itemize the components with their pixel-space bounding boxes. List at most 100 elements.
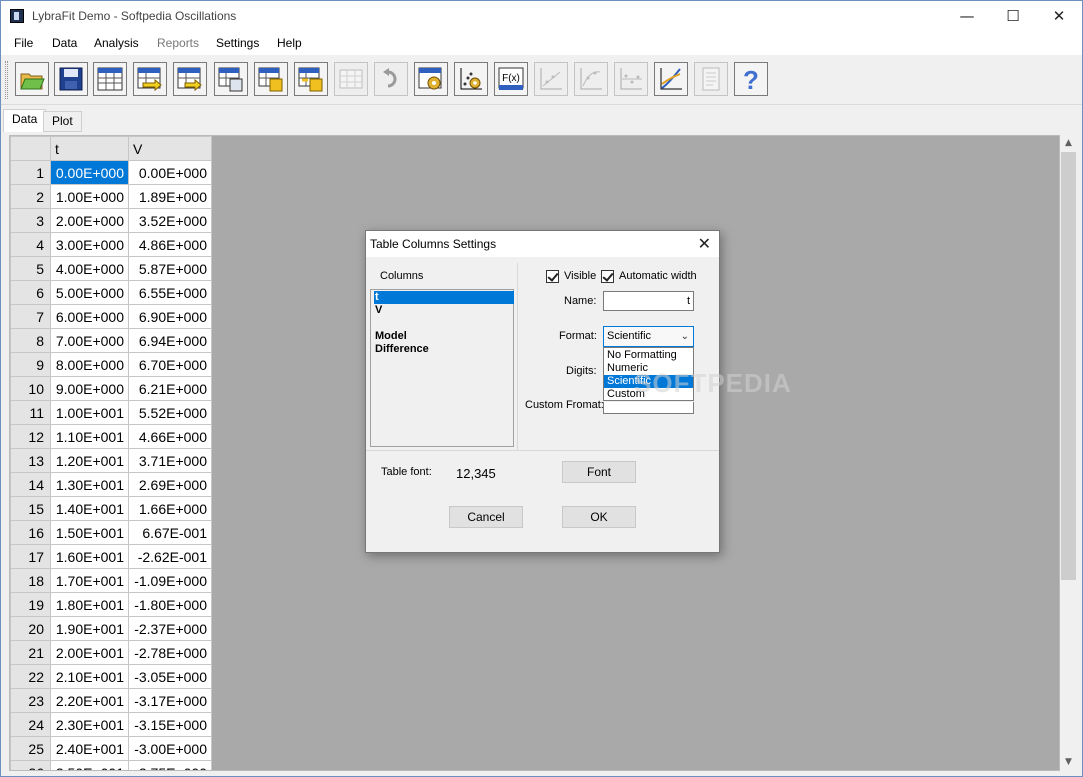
cell-v[interactable]: 4.66E+000 <box>128 424 212 449</box>
cell-v[interactable]: 6.67E-001 <box>128 520 212 545</box>
table-settings-button[interactable] <box>414 62 448 96</box>
row-header[interactable]: 10 <box>10 376 51 401</box>
cell-t[interactable]: 6.00E+000 <box>50 304 129 329</box>
row-header[interactable]: 14 <box>10 472 51 497</box>
cell-t[interactable]: 1.70E+001 <box>50 568 129 593</box>
cell-v[interactable]: -3.15E+000 <box>128 712 212 737</box>
cell-v[interactable]: 4.86E+000 <box>128 232 212 257</box>
cancel-button[interactable]: Cancel <box>449 506 523 528</box>
cell-v[interactable]: 3.52E+000 <box>128 208 212 233</box>
cell-v[interactable]: -2.62E-001 <box>128 544 212 569</box>
cell-t[interactable]: 0.00E+000 <box>50 160 129 185</box>
row-header[interactable]: 21 <box>10 640 51 665</box>
report-button[interactable] <box>694 62 728 96</box>
function-button[interactable]: F(x) <box>494 62 528 96</box>
row-header[interactable]: 18 <box>10 568 51 593</box>
columns-list[interactable]: t V Model Difference <box>370 289 514 447</box>
scroll-down-icon[interactable]: ▼ <box>1060 754 1077 771</box>
cell-v[interactable]: 6.70E+000 <box>128 352 212 377</box>
cell-t[interactable]: 2.40E+001 <box>50 736 129 761</box>
format-select[interactable]: Scientific ⌄ <box>603 326 694 347</box>
cell-t[interactable]: 2.00E+000 <box>50 208 129 233</box>
cell-t[interactable]: 8.00E+000 <box>50 352 129 377</box>
tab-plot[interactable]: Plot <box>43 111 82 132</box>
row-header[interactable]: 7 <box>10 304 51 329</box>
save-button[interactable] <box>54 62 88 96</box>
export-table-button[interactable] <box>173 62 207 96</box>
row-header[interactable]: 1 <box>10 160 51 185</box>
column-header-t[interactable]: t <box>50 136 129 161</box>
cell-t[interactable]: 1.80E+001 <box>50 592 129 617</box>
row-header[interactable]: 22 <box>10 664 51 689</box>
table-button[interactable] <box>93 62 127 96</box>
open-button[interactable] <box>15 62 49 96</box>
row-header[interactable]: 23 <box>10 688 51 713</box>
row-header[interactable]: 20 <box>10 616 51 641</box>
undo-button[interactable] <box>374 62 408 96</box>
close-window-button[interactable]: ✕ <box>1036 1 1082 31</box>
cell-v[interactable]: -2.37E+000 <box>128 616 212 641</box>
automatic-width-checkbox[interactable] <box>601 270 614 283</box>
menu-settings[interactable]: Settings <box>216 36 259 50</box>
menu-analysis[interactable]: Analysis <box>94 36 139 50</box>
cell-t[interactable]: 1.50E+001 <box>50 520 129 545</box>
vertical-scrollbar[interactable]: ▲ ▼ <box>1060 135 1077 771</box>
row-header[interactable]: 8 <box>10 328 51 353</box>
tab-data[interactable]: Data <box>3 109 47 132</box>
fit-line-button[interactable] <box>534 62 568 96</box>
table-to-clipboard-button[interactable] <box>254 62 288 96</box>
cell-t[interactable]: 1.00E+001 <box>50 400 129 425</box>
row-header[interactable]: 19 <box>10 592 51 617</box>
column-item-t[interactable]: t <box>374 291 514 304</box>
fit-plot-button[interactable] <box>654 62 688 96</box>
maximize-button[interactable]: ☐ <box>990 1 1036 31</box>
copy-table-button[interactable] <box>214 62 248 96</box>
column-item-difference[interactable]: Difference <box>374 343 514 356</box>
cell-v[interactable]: 6.94E+000 <box>128 328 212 353</box>
cell-t[interactable]: 1.30E+001 <box>50 472 129 497</box>
cell-v[interactable]: 6.55E+000 <box>128 280 212 305</box>
cell-v[interactable]: -2.78E+000 <box>128 640 212 665</box>
cell-t[interactable]: 2.50E+001 <box>50 760 129 770</box>
cell-t[interactable]: 9.00E+000 <box>50 376 129 401</box>
toolbar-grip[interactable] <box>5 61 8 99</box>
cell-v[interactable]: -1.80E+000 <box>128 592 212 617</box>
menu-help[interactable]: Help <box>277 36 302 50</box>
row-header[interactable]: 24 <box>10 712 51 737</box>
corner-cell[interactable] <box>10 136 51 161</box>
row-header[interactable]: 6 <box>10 280 51 305</box>
cell-v[interactable]: 2.69E+000 <box>128 472 212 497</box>
cell-v[interactable]: 3.71E+000 <box>128 448 212 473</box>
column-item-model[interactable]: Model <box>374 330 514 343</box>
column-item-blank[interactable] <box>374 317 514 330</box>
cell-v[interactable]: 6.21E+000 <box>128 376 212 401</box>
cell-v[interactable]: 1.89E+000 <box>128 184 212 209</box>
help-button[interactable]: ? <box>734 62 768 96</box>
row-header[interactable]: 16 <box>10 520 51 545</box>
plot-settings-button[interactable] <box>454 62 488 96</box>
format-option-no-formatting[interactable]: No Formatting <box>604 349 693 362</box>
name-field[interactable]: t <box>603 291 694 311</box>
ok-button[interactable]: OK <box>562 506 636 528</box>
cell-t[interactable]: 1.40E+001 <box>50 496 129 521</box>
column-item-v[interactable]: V <box>374 304 514 317</box>
cell-v[interactable]: 0.00E+000 <box>128 160 212 185</box>
cell-t[interactable]: 3.00E+000 <box>50 232 129 257</box>
cell-t[interactable]: 2.20E+001 <box>50 688 129 713</box>
cell-v[interactable]: 5.87E+000 <box>128 256 212 281</box>
residuals-button[interactable] <box>614 62 648 96</box>
menu-reports[interactable]: Reports <box>157 36 199 50</box>
row-header[interactable]: 9 <box>10 352 51 377</box>
paste-table-button[interactable] <box>294 62 328 96</box>
menu-file[interactable]: File <box>14 36 33 50</box>
cell-v[interactable]: -3.17E+000 <box>128 688 212 713</box>
row-header[interactable]: 25 <box>10 736 51 761</box>
cell-v[interactable]: 1.66E+000 <box>128 496 212 521</box>
font-button[interactable]: Font <box>562 461 636 483</box>
row-header[interactable]: 4 <box>10 232 51 257</box>
cell-v[interactable]: -3.05E+000 <box>128 664 212 689</box>
cell-t[interactable]: 1.60E+001 <box>50 544 129 569</box>
row-header[interactable]: 26 <box>10 760 51 770</box>
row-header[interactable]: 3 <box>10 208 51 233</box>
cell-v[interactable]: -1.09E+000 <box>128 568 212 593</box>
